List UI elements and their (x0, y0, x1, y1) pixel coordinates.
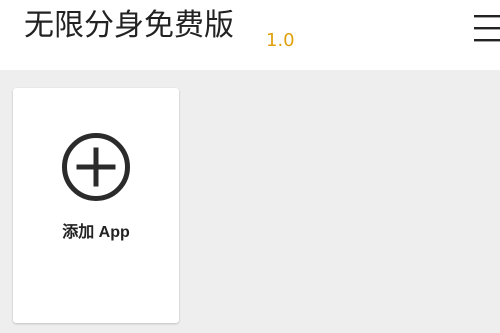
add-app-card[interactable]: 添加 App (13, 88, 179, 323)
menu-button[interactable] (472, 6, 500, 44)
app-grid: 添加 App (0, 70, 500, 333)
app-header: 无限分身免费版 1.0 (0, 0, 500, 70)
version-label: 1.0 (266, 30, 295, 51)
app-root: 无限分身免费版 1.0 添加 App (0, 0, 500, 333)
hamburger-menu-icon (472, 6, 500, 44)
plus-circle-icon (61, 132, 131, 202)
add-app-label: 添加 App (62, 224, 130, 241)
app-title: 无限分身免费版 (24, 8, 234, 43)
